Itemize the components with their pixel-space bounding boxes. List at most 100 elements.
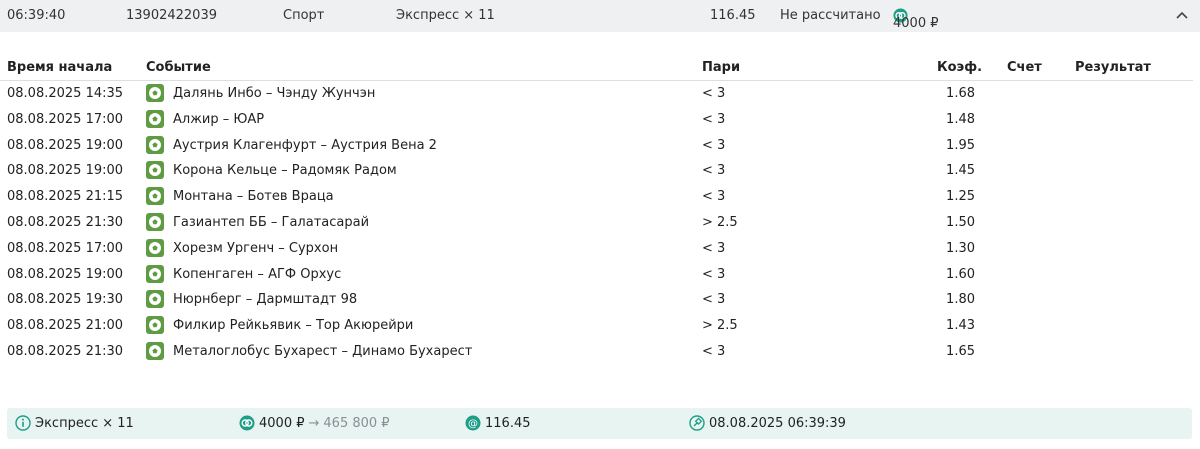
footer-type: Экспресс × 11 (15, 415, 134, 431)
table-row: 08.08.2025 17:00 Хорезм Ургенч – Сурхон … (0, 237, 1200, 263)
soccer-ball-icon (146, 341, 164, 360)
bet-status: Не рассчитано (780, 8, 881, 23)
column-header-score: Счет (1007, 60, 1042, 75)
row-bet: < 3 (702, 86, 726, 101)
row-bet: < 3 (702, 189, 726, 205)
soccer-ball-icon (146, 84, 164, 102)
bet-sport: Спорт (283, 8, 325, 23)
soccer-ball-icon (146, 212, 164, 231)
coins-icon (239, 415, 255, 431)
footer-payout-value: 465 800 ₽ (323, 415, 390, 431)
bet-time: 06:39:40 (7, 8, 66, 23)
row-start-time: 08.08.2025 19:00 (7, 163, 124, 179)
svg-text:@: @ (468, 419, 478, 430)
row-bet: < 3 (702, 292, 726, 308)
row-start-time: 08.08.2025 17:00 (7, 240, 124, 256)
soccer-ball-icon (146, 264, 164, 283)
row-coef: 1.48 (946, 111, 975, 127)
bet-summary-bar[interactable]: 06:39:40 13902422039 Спорт Экспресс × 11… (0, 0, 1200, 32)
row-start-time: 08.08.2025 21:00 (7, 318, 124, 334)
table-row: 08.08.2025 21:30 Газиантеп ББ – Галатаса… (0, 211, 1200, 237)
row-event: Нюрнберг – Дармштадт 98 (173, 292, 358, 308)
table-row: 08.08.2025 19:30 Нюрнберг – Дармштадт 98… (0, 288, 1200, 314)
row-bet: < 3 (702, 343, 726, 359)
soccer-ball-icon (146, 290, 164, 309)
at-coef-icon: @ (465, 415, 481, 431)
footer-stake: 4000 ₽ → 465 800 ₽ (239, 415, 390, 431)
row-start-time: 08.08.2025 19:00 (7, 137, 124, 153)
table-row: 08.08.2025 21:30 Металоглобус Бухарест –… (0, 340, 1200, 366)
footer-date-value: 08.08.2025 06:39:39 (709, 415, 846, 431)
column-header-event: Событие (146, 60, 211, 75)
bet-amount-value: 4000 ₽ (893, 16, 939, 31)
table-row: 08.08.2025 19:00 Аустрия Клагенфурт – Ау… (0, 134, 1200, 160)
row-start-time: 08.08.2025 19:00 (7, 266, 124, 282)
row-coef: 1.80 (946, 292, 975, 308)
row-start-time: 08.08.2025 21:15 (7, 189, 124, 205)
footer-coef-value: 116.45 (485, 415, 531, 431)
collapse-button[interactable] (1174, 5, 1190, 25)
column-header-coef: Коэф. (937, 60, 983, 75)
row-coef: 1.60 (946, 266, 975, 282)
bet-type: Экспресс × 11 (396, 8, 495, 23)
row-event: Аустрия Клагенфурт – Аустрия Вена 2 (173, 137, 437, 153)
column-header-result: Результат (1075, 60, 1151, 75)
soccer-ball-icon (146, 187, 164, 206)
row-coef: 1.65 (946, 343, 975, 359)
soccer-ball-icon (146, 161, 164, 180)
row-coef: 1.50 (946, 214, 975, 230)
row-bet: > 2.5 (702, 214, 738, 230)
row-bet: < 3 (702, 111, 726, 127)
row-bet: < 3 (702, 240, 726, 256)
soccer-ball-icon (146, 316, 164, 335)
row-bet: < 3 (702, 137, 726, 153)
table-row: 08.08.2025 14:35 Далянь Инбо – Чэнду Жун… (0, 82, 1200, 108)
row-start-time: 08.08.2025 14:35 (7, 86, 124, 101)
row-event: Корона Кельце – Радомяк Радом (173, 163, 397, 179)
footer-coef: @ 116.45 (465, 415, 531, 431)
table-row: 08.08.2025 21:15 Монтана – Ботев Враца <… (0, 185, 1200, 211)
row-event: Далянь Инбо – Чэнду Жунчэн (173, 86, 376, 101)
row-event: Филкир Рейкьявик – Тор Акюрейри (173, 318, 414, 334)
row-bet: < 3 (702, 163, 726, 179)
row-start-time: 08.08.2025 17:00 (7, 111, 124, 127)
row-coef: 1.45 (946, 163, 975, 179)
table-row: 08.08.2025 21:00 Филкир Рейкьявик – Тор … (0, 314, 1200, 340)
bet-coef: 116.45 (710, 8, 756, 23)
bet-amount: 4000 ₽ (893, 8, 939, 31)
row-event: Хорезм Ургенч – Сурхон (173, 240, 339, 256)
row-event: Алжир – ЮАР (173, 111, 265, 127)
table-row: 08.08.2025 19:00 Копенгаген – АГФ Орхус … (0, 263, 1200, 289)
soccer-ball-icon (146, 238, 164, 257)
row-coef: 1.68 (946, 86, 975, 101)
soccer-ball-icon (146, 109, 164, 128)
table-row: 08.08.2025 17:00 Алжир – ЮАР < 3 1.48 (0, 108, 1200, 134)
row-event: Монтана – Ботев Враца (173, 189, 334, 205)
row-event: Газиантеп ББ – Галатасарай (173, 214, 370, 230)
chevron-up-icon (1176, 11, 1188, 19)
info-icon (15, 415, 31, 431)
table-header: Время начала Событие Пари Коэф. Счет Рез… (0, 55, 1193, 81)
row-bet: < 3 (702, 266, 726, 282)
row-coef: 1.43 (946, 318, 975, 334)
row-coef: 1.30 (946, 240, 975, 256)
bet-footer: Экспресс × 11 4000 ₽ → 465 800 ₽ @ 116.4… (7, 408, 1192, 439)
row-event: Копенгаген – АГФ Орхус (173, 266, 342, 282)
row-event: Металоглобус Бухарест – Динамо Бухарест (173, 343, 473, 359)
footer-stake-value: 4000 ₽ (259, 415, 305, 431)
row-coef: 1.25 (946, 189, 975, 205)
row-coef: 1.95 (946, 137, 975, 153)
arrow-right-icon: → (308, 415, 320, 431)
column-header-start-time: Время начала (7, 60, 113, 75)
row-bet: > 2.5 (702, 318, 738, 334)
row-start-time: 08.08.2025 21:30 (7, 343, 124, 359)
soccer-ball-icon (146, 135, 164, 154)
column-header-bet: Пари (702, 60, 741, 75)
footer-type-label: Экспресс × 11 (35, 415, 134, 431)
row-start-time: 08.08.2025 21:30 (7, 214, 124, 230)
table-body: 08.08.2025 14:35 Далянь Инбо – Чэнду Жун… (0, 82, 1200, 366)
row-start-time: 08.08.2025 19:30 (7, 292, 124, 308)
table-row: 08.08.2025 19:00 Корона Кельце – Радомяк… (0, 159, 1200, 185)
bet-id: 13902422039 (126, 8, 217, 23)
pin-icon (689, 415, 705, 431)
